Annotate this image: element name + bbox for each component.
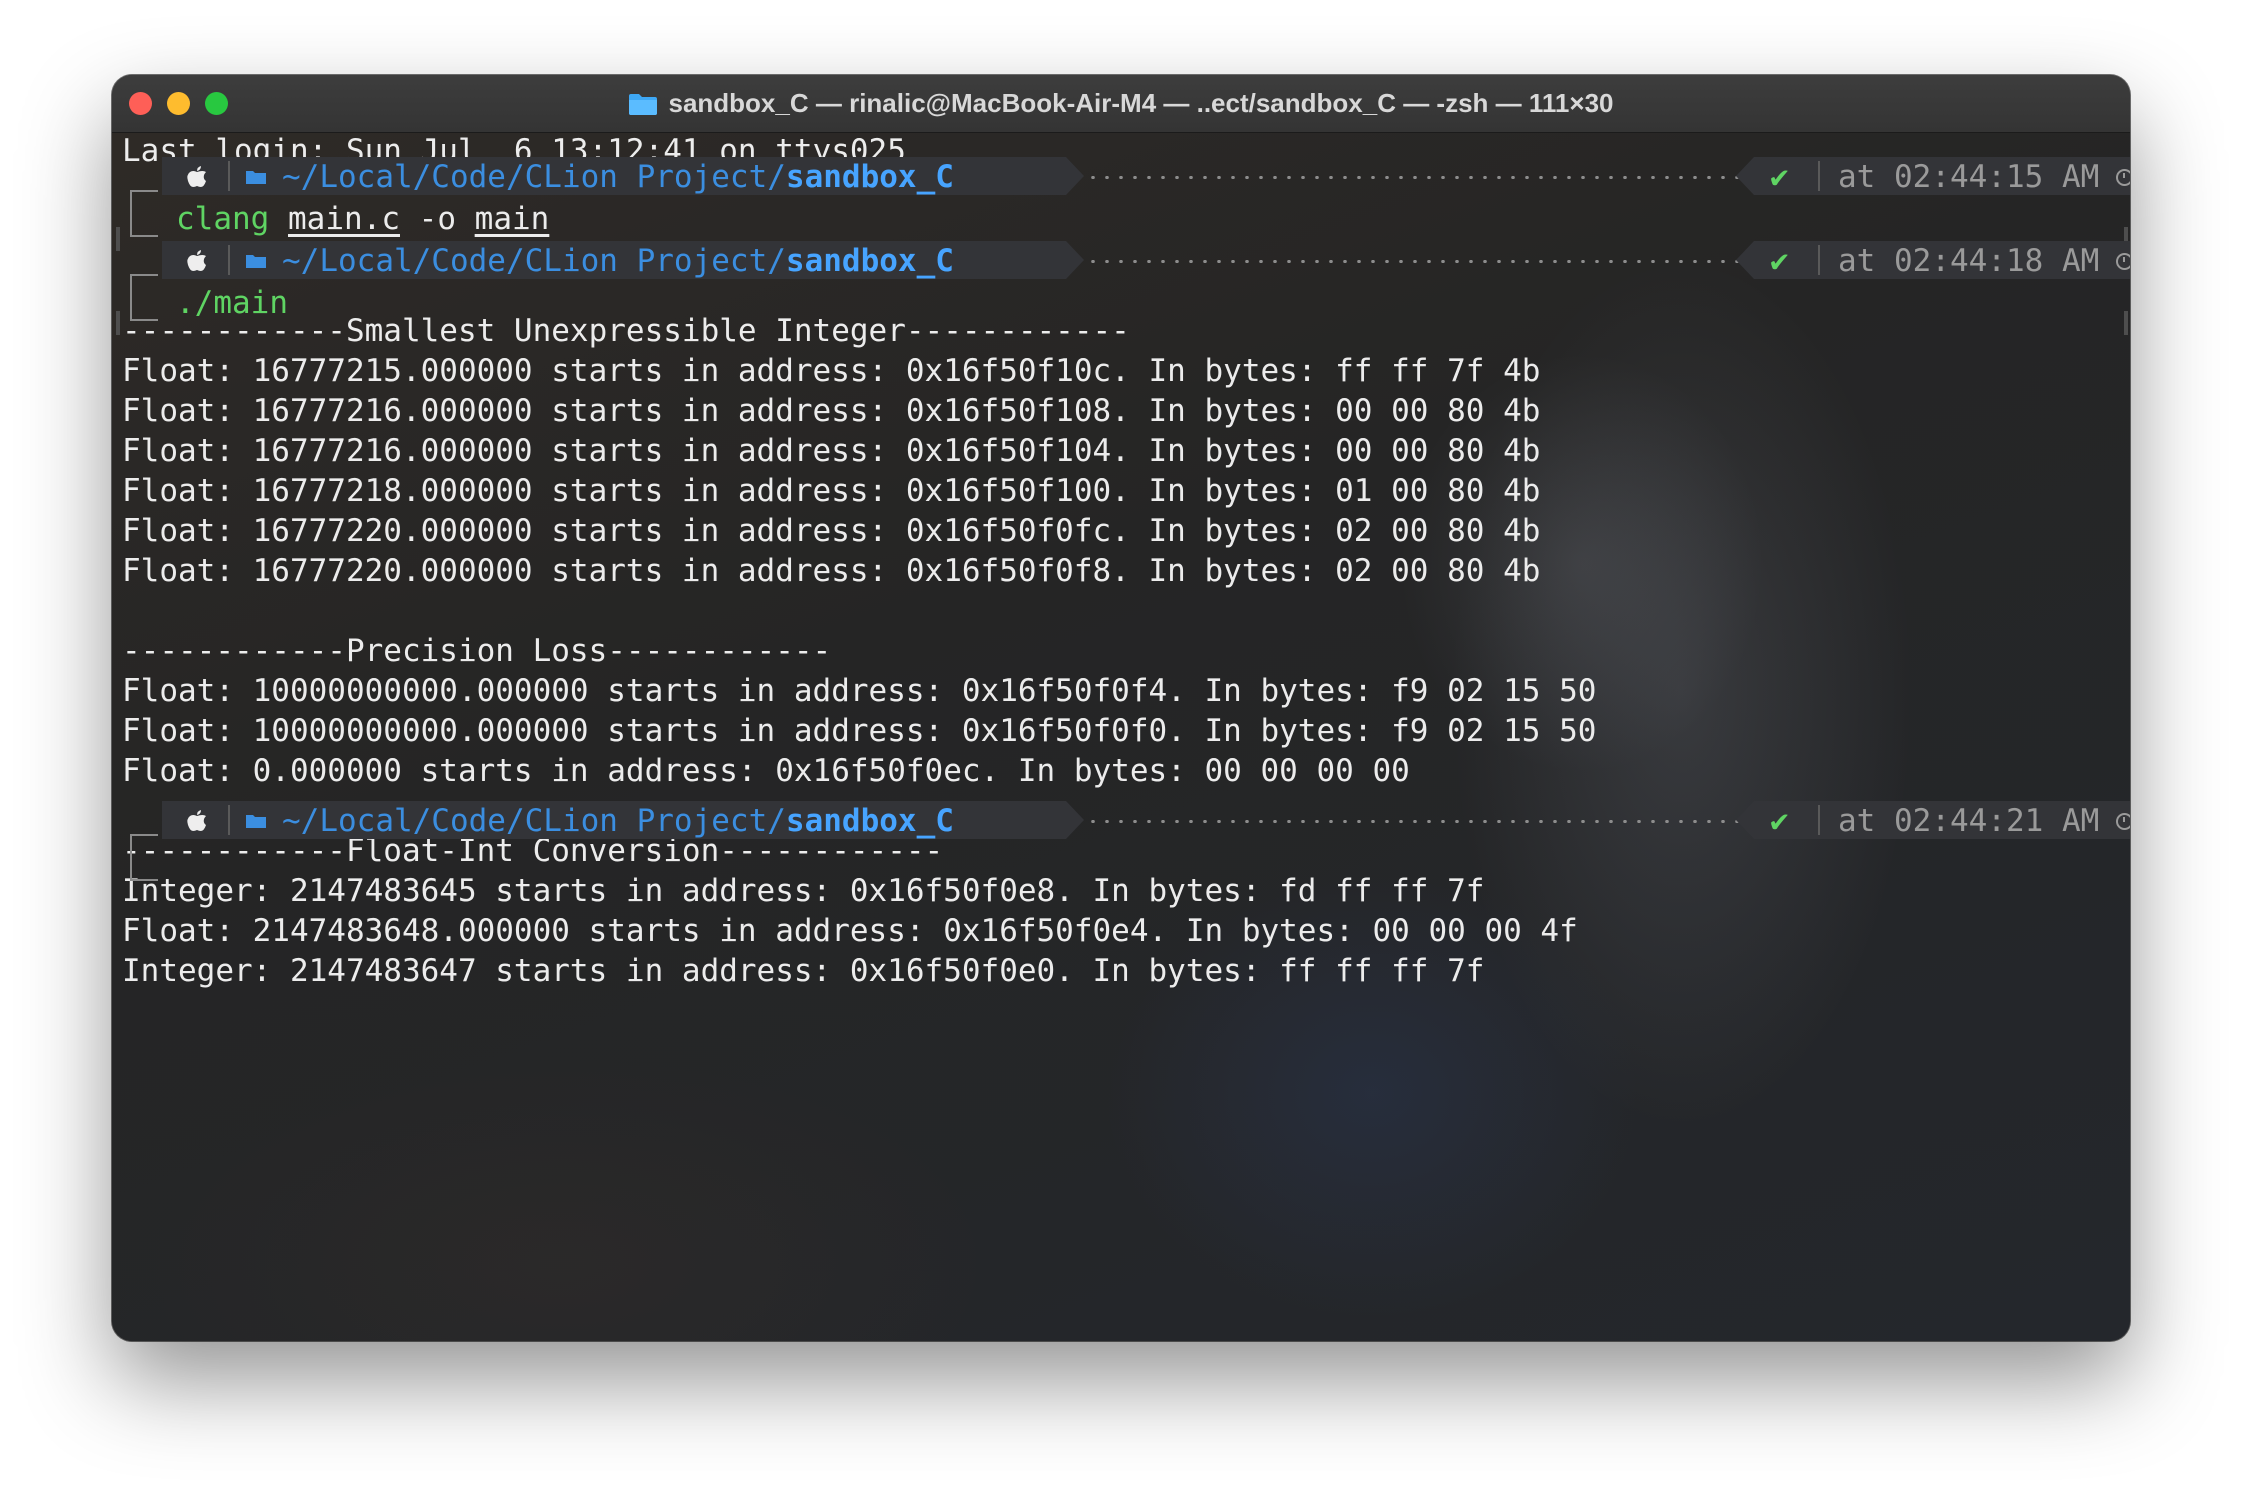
command-arg: main.c [288, 201, 400, 237]
output-line: Integer: 2147483647 starts in address: 0… [122, 953, 1485, 989]
prompt-path: ~/Local/Code/CLion Project/sandbox_C [282, 241, 954, 281]
directory-icon [246, 255, 266, 268]
prompt-time: at 02:44:21 AM [1838, 803, 2100, 839]
status-check-icon: ✔ [1770, 159, 1789, 195]
prompt-right-segment: ✔ at 02:44:18 AM [1736, 241, 2130, 279]
right-edge-marker [2124, 311, 2128, 335]
command-line: clang main.c -o main [176, 199, 549, 239]
output-line: ------------Smallest Unexpressible Integ… [122, 313, 1130, 349]
command-name: clang [176, 201, 270, 237]
title-bar[interactable]: sandbox_C — rinalic@MacBook-Air-M4 — ..e… [112, 75, 2130, 133]
prompt-time: at 02:44:15 AM [1838, 159, 2100, 195]
prompt-dotted-filler [1086, 260, 1846, 263]
terminal-window: sandbox_C — rinalic@MacBook-Air-M4 — ..e… [112, 75, 2130, 1341]
output-line: Float: 0.000000 starts in address: 0x16f… [122, 753, 1410, 789]
output-line: Float: 2147483648.000000 starts in addre… [122, 913, 1578, 949]
prompt-path: ~/Local/Code/CLion Project/sandbox_C [282, 801, 954, 841]
prompt-time: at 02:44:18 AM [1838, 243, 2100, 279]
prompt-bracket-bottom [130, 857, 158, 881]
prompt-separator [1818, 805, 1820, 835]
prompt-line: ~/Local/Code/CLion Project/sandbox_C ✔ a… [162, 157, 2130, 197]
prompt-separator [228, 161, 230, 191]
output-line: Float: 16777215.000000 starts in address… [122, 353, 1541, 389]
path-prefix: ~/Local/Code/CLion Project/ [282, 159, 786, 195]
output-line: Float: 16777220.000000 starts in address… [122, 513, 1541, 549]
window-title-container: sandbox_C — rinalic@MacBook-Air-M4 — ..e… [112, 75, 2130, 132]
apple-icon [187, 166, 206, 187]
clock-icon [2116, 813, 2130, 830]
directory-icon [246, 171, 266, 184]
prompt-line: ~/Local/Code/CLion Project/sandbox_C ✔ a… [162, 241, 2130, 281]
output-line: Integer: 2147483645 starts in address: 0… [122, 873, 1485, 909]
output-line: Float: 16777220.000000 starts in address… [122, 553, 1541, 589]
status-check-icon: ✔ [1770, 243, 1789, 279]
prompt-right-segment: ✔ at 02:44:21 AM [1736, 801, 2130, 839]
path-prefix: ~/Local/Code/CLion Project/ [282, 803, 786, 839]
output-line: ------------Precision Loss------------ [122, 633, 832, 669]
prompt-dotted-filler [1086, 176, 1846, 179]
prompt-separator [228, 245, 230, 275]
command-flag: -o [418, 201, 456, 237]
apple-icon [187, 250, 206, 271]
path-current-dir: sandbox_C [785, 243, 954, 279]
prompt-bracket-bottom [130, 213, 158, 237]
output-line: Float: 16777216.000000 starts in address… [122, 433, 1541, 469]
clock-icon [2116, 169, 2130, 186]
path-current-dir: sandbox_C [785, 803, 954, 839]
path-prefix: ~/Local/Code/CLion Project/ [282, 243, 786, 279]
prompt-separator [1818, 245, 1820, 275]
prompt-dotted-filler [1086, 820, 1846, 823]
directory-icon [246, 815, 266, 828]
prompt-right-segment: ✔ at 02:44:15 AM [1736, 157, 2130, 195]
window-title: sandbox_C — rinalic@MacBook-Air-M4 — ..e… [668, 88, 1614, 118]
apple-icon [187, 810, 206, 831]
terminal-content[interactable]: Last login: Sun Jul 6 13:12:41 on ttys02… [112, 133, 2130, 1341]
output-line: Float: 10000000000.000000 starts in addr… [122, 713, 1597, 749]
output-line: Float: 10000000000.000000 starts in addr… [122, 673, 1597, 709]
prompt-path: ~/Local/Code/CLion Project/sandbox_C [282, 157, 954, 197]
command-arg: main [474, 201, 550, 237]
output-line: Float: 16777218.000000 starts in address… [122, 473, 1541, 509]
path-current-dir: sandbox_C [785, 159, 954, 195]
status-check-icon: ✔ [1770, 803, 1789, 839]
prompt-line: ~/Local/Code/CLion Project/sandbox_C ✔ a… [162, 801, 2130, 841]
output-line: Float: 16777216.000000 starts in address… [122, 393, 1541, 429]
left-edge-marker [116, 311, 120, 335]
prompt-separator [228, 805, 230, 835]
folder-icon [629, 93, 658, 115]
left-edge-marker [116, 227, 120, 251]
prompt-separator [1818, 161, 1820, 191]
clock-icon [2116, 253, 2130, 270]
